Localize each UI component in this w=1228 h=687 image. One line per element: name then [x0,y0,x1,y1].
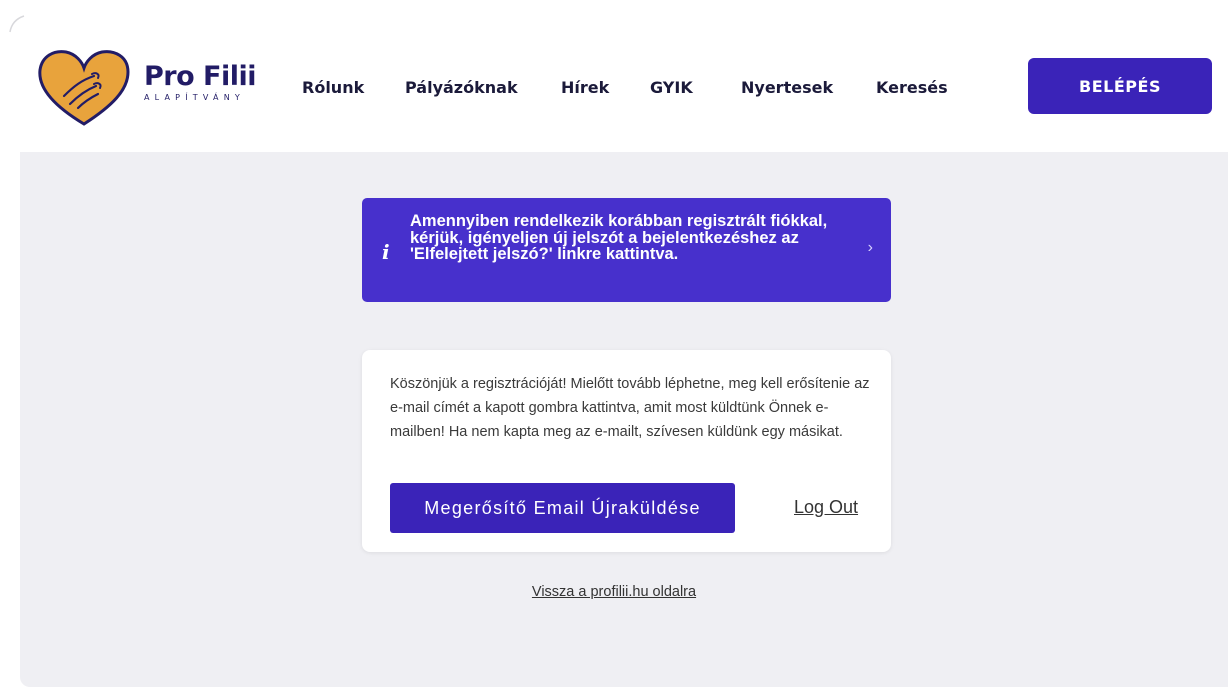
nav-item-hirek[interactable]: Hírek [561,78,609,97]
brand-subtitle: ALAPÍTVÁNY [144,93,245,102]
chevron-right-icon: › [867,239,873,256]
info-icon: i [382,240,390,264]
nav-item-nyertesek[interactable]: Nyertesek [741,78,833,97]
info-banner[interactable]: i Amennyiben rendelkezik korábban regisz… [362,198,891,302]
verification-card: Köszönjük a regisztrációját! Mielőtt tov… [362,350,891,552]
nav-item-palyazoknak[interactable]: Pályázóknak [405,78,518,97]
corner-arc-mark [9,15,25,33]
log-out-link[interactable]: Log Out [794,497,858,518]
resend-verification-email-button[interactable]: Megerősítő Email Újraküldése [390,483,735,533]
info-banner-text: Amennyiben rendelkezik korábban regisztr… [410,212,828,263]
nav-item-kereses[interactable]: Keresés [876,78,948,97]
brand-name: Pro Filii [144,61,257,92]
nav-item-gyik[interactable]: GYIK [650,78,693,97]
back-to-site-link[interactable]: Vissza a profilii.hu oldalra [0,584,1228,600]
verification-message: Köszönjük a regisztrációját! Mielőtt tov… [390,376,870,440]
heart-hands-logo-icon[interactable] [34,46,134,128]
login-button[interactable]: BELÉPÉS [1028,58,1212,114]
site-header: Pro Filii ALAPÍTVÁNY Rólunk Pályázóknak … [0,0,1228,150]
logo-wordmark[interactable]: Pro Filii ALAPÍTVÁNY [144,61,257,103]
nav-item-rolunk[interactable]: Rólunk [302,78,364,97]
